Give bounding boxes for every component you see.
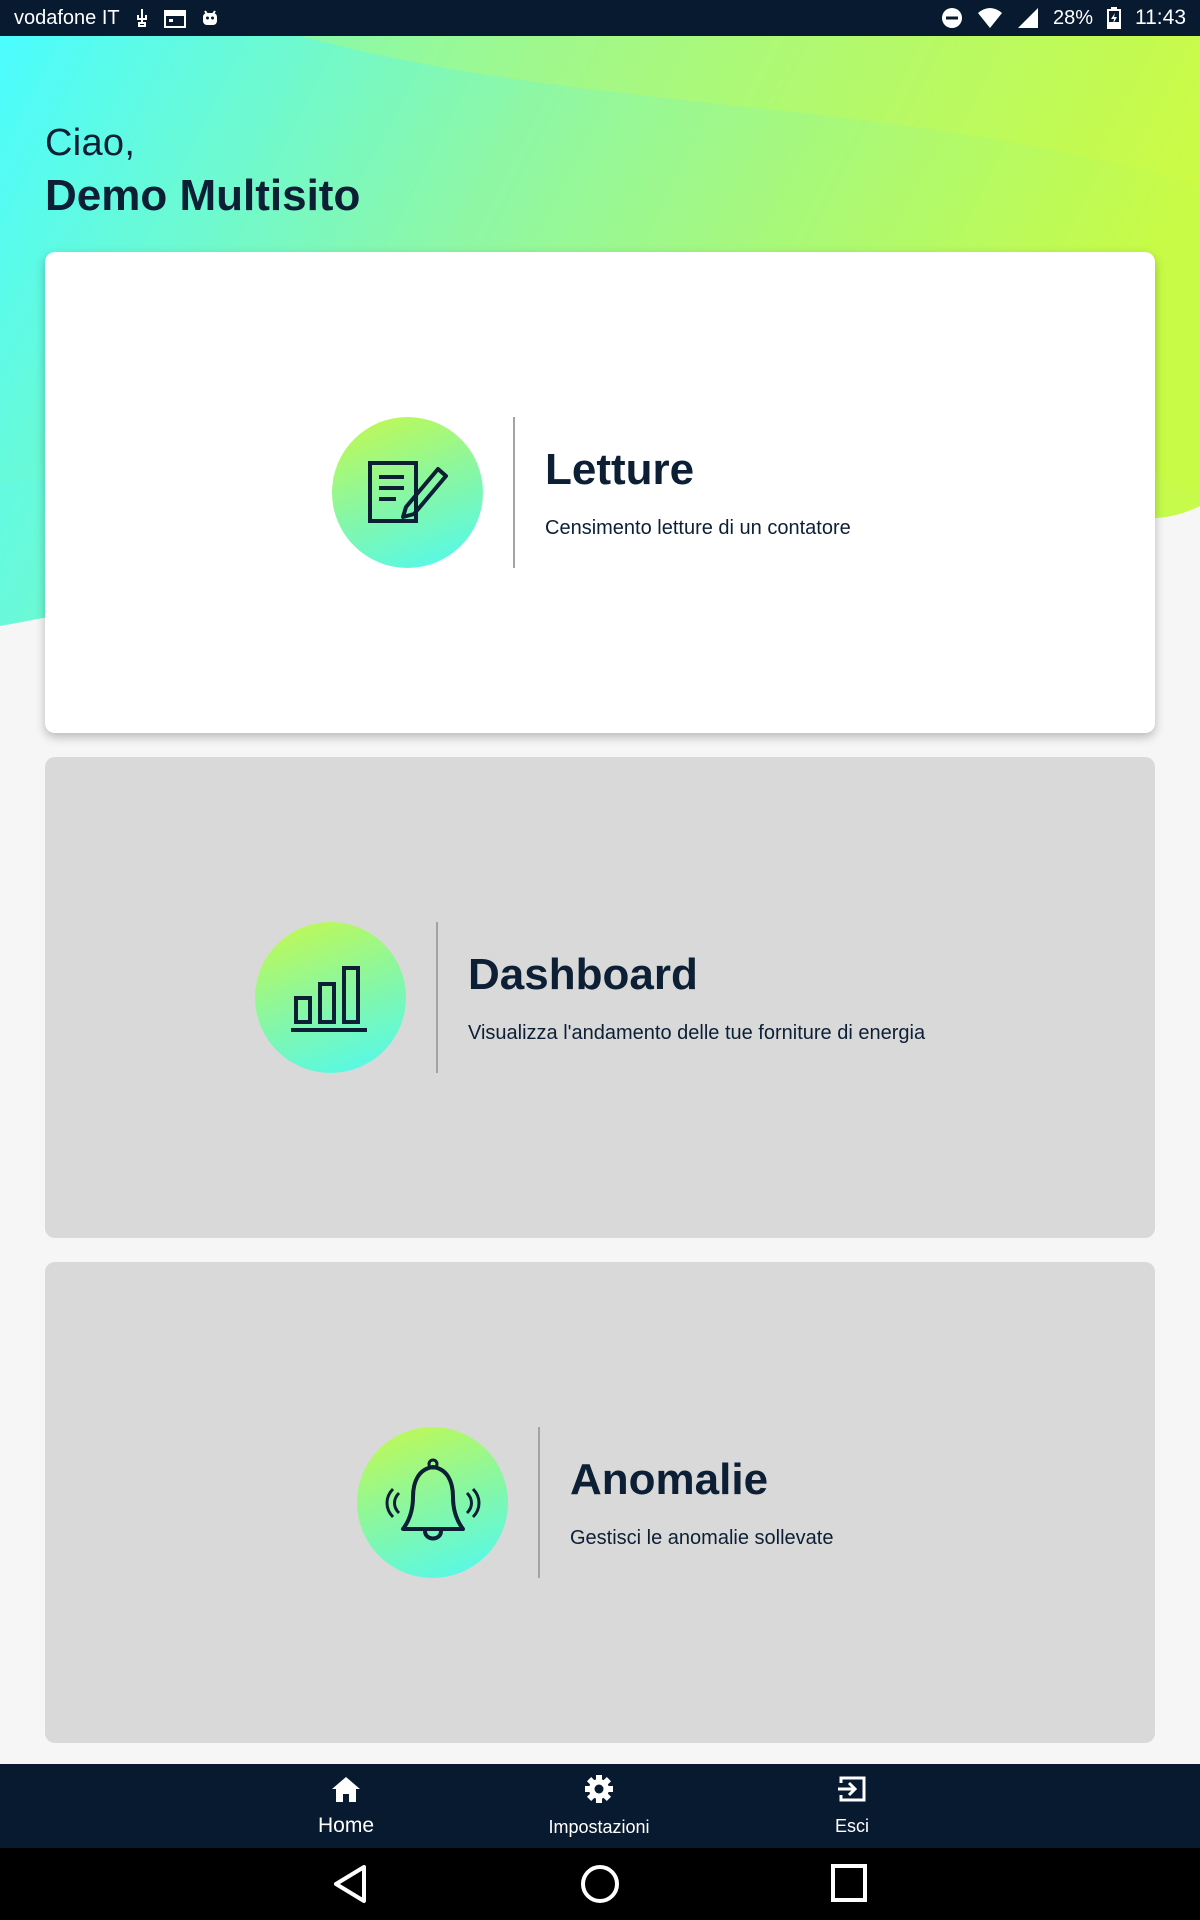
home-icon (330, 1775, 362, 1808)
battery-percent: 28% (1052, 6, 1093, 29)
greeting-text: Ciao, (45, 122, 136, 164)
card-description: Gestisci le anomalie sollevate (570, 1527, 834, 1549)
card-description: Censimento letture di un contatore (545, 517, 851, 539)
wifi-icon (977, 7, 1003, 29)
recents-icon[interactable] (831, 1864, 867, 1907)
card-divider (538, 1427, 540, 1578)
nav-label: Esci (834, 1816, 869, 1836)
edit-document-icon (332, 417, 483, 568)
card-divider (436, 922, 438, 1073)
card-title: Dashboard (468, 950, 698, 999)
signal-icon (1017, 7, 1039, 29)
back-icon[interactable] (332, 1864, 368, 1909)
user-name: Demo Multisito (45, 171, 361, 220)
nav-home[interactable]: Home (256, 1764, 436, 1848)
bottom-navigation: Home Impostazioni Esci (0, 1764, 1200, 1848)
nav-esci[interactable]: Esci (762, 1764, 942, 1848)
bar-chart-icon (255, 922, 406, 1073)
gear-icon (584, 1774, 614, 1809)
carrier-label: vodafone IT (14, 6, 120, 29)
clock: 11:43 (1135, 6, 1186, 29)
card-letture[interactable]: Letture Censimento letture di un contato… (45, 252, 1155, 733)
card-description: Visualizza l'andamento delle tue fornitu… (468, 1022, 926, 1044)
system-navigation-bar (0, 1848, 1200, 1920)
card-divider (513, 417, 515, 568)
card-dashboard[interactable]: Dashboard Visualizza l'andamento delle t… (45, 757, 1155, 1238)
usb-icon (134, 8, 150, 28)
home-circle-icon[interactable] (580, 1864, 620, 1909)
nav-label: Home (317, 1813, 375, 1837)
bell-icon (357, 1427, 508, 1578)
card-title: Anomalie (570, 1455, 769, 1504)
calendar-icon (163, 8, 186, 28)
greeting: Ciao, Demo Multisito (45, 122, 360, 221)
nav-impostazioni[interactable]: Impostazioni (509, 1764, 689, 1848)
battery-icon (1107, 7, 1121, 29)
status-bar: vodafone IT 28% 11:43 (0, 0, 1200, 36)
nav-label: Impostazioni (548, 1817, 650, 1837)
android-debug-icon (200, 8, 220, 28)
card-title: Letture (545, 445, 695, 494)
logout-icon (837, 1775, 867, 1808)
do-not-disturb-icon (941, 7, 963, 29)
card-anomalie[interactable]: Anomalie Gestisci le anomalie sollevate (45, 1262, 1155, 1743)
